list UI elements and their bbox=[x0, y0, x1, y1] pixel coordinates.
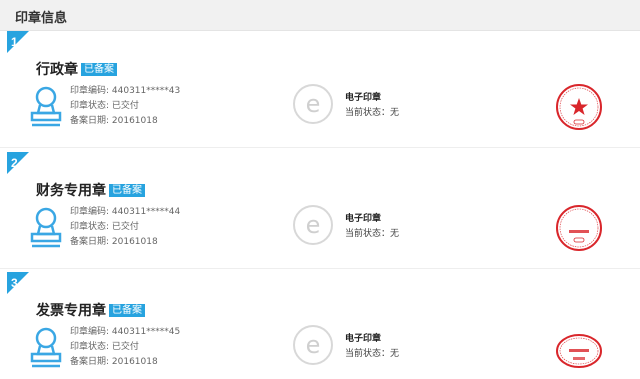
seal-name-text: 发票专用章 bbox=[36, 303, 106, 319]
svg-text:e: e bbox=[306, 90, 321, 118]
section-title: 印章信息 bbox=[15, 11, 68, 26]
e-seal-icon: e bbox=[293, 205, 333, 245]
seal-index: 2 bbox=[11, 156, 18, 170]
seal-info: 印章编码: 440311*****45 印章状态: 已交付 备案日期: 2016… bbox=[70, 325, 180, 370]
seal-card: 3 发票专用章 已备案 印章编码: 440311*****45 印章状态: 已交付… bbox=[0, 272, 640, 379]
seal-code: 印章编码: 440311*****45 bbox=[70, 327, 181, 337]
seal-card: 2 财务专用章 已备案 印章编码: 440311*****44 印章状态: 已交付… bbox=[0, 152, 640, 269]
e-seal-status: 当前状态：无 bbox=[345, 349, 400, 359]
svg-text:e: e bbox=[306, 331, 321, 359]
seal-index: 3 bbox=[11, 276, 18, 290]
seal-date: 备案日期: 20161018 bbox=[70, 357, 158, 367]
seal-name: 行政章 已备案 bbox=[36, 59, 117, 79]
e-seal-status: 当前状态：无 bbox=[345, 108, 400, 118]
e-seal-status: 当前状态：无 bbox=[345, 229, 400, 239]
finance-seal-image bbox=[556, 205, 602, 251]
filed-badge: 已备案 bbox=[109, 184, 145, 197]
e-seal-title: 电子印章 bbox=[345, 214, 382, 224]
e-seal-title: 电子印章 bbox=[345, 93, 382, 103]
e-seal-icon: e bbox=[293, 84, 333, 124]
seal-stamp-icon bbox=[30, 207, 62, 248]
seal-status: 印章状态: 已交付 bbox=[70, 222, 139, 232]
seal-info: 印章编码: 440311*****44 印章状态: 已交付 备案日期: 2016… bbox=[70, 205, 180, 250]
section-header: 印章信息 bbox=[0, 0, 640, 31]
red-star-seal-image bbox=[556, 84, 602, 130]
seal-status: 印章状态: 已交付 bbox=[70, 101, 139, 111]
e-seal-icon: e bbox=[293, 325, 333, 365]
seal-stamp-icon bbox=[30, 86, 62, 127]
e-seal-info: 电子印章 当前状态：无 bbox=[345, 212, 399, 242]
seal-date: 备案日期: 20161018 bbox=[70, 116, 158, 126]
e-seal-info: 电子印章 当前状态：无 bbox=[345, 332, 399, 362]
svg-text:e: e bbox=[306, 211, 321, 239]
seal-name: 发票专用章 已备案 bbox=[36, 300, 145, 320]
seal-status: 印章状态: 已交付 bbox=[70, 342, 139, 352]
seal-name-text: 财务专用章 bbox=[36, 183, 106, 199]
filed-badge: 已备案 bbox=[81, 63, 117, 76]
seal-name-text: 行政章 bbox=[36, 62, 78, 78]
seal-card: 1 行政章 已备案 印章编码: 440311*****43 印章状态: 已交付 备… bbox=[0, 31, 640, 148]
seal-code: 印章编码: 440311*****44 bbox=[70, 207, 181, 217]
seal-code: 印章编码: 440311*****43 bbox=[70, 86, 181, 96]
seal-info: 印章编码: 440311*****43 印章状态: 已交付 备案日期: 2016… bbox=[70, 84, 180, 129]
e-seal-info: 电子印章 当前状态：无 bbox=[345, 91, 399, 121]
e-seal-title: 电子印章 bbox=[345, 334, 382, 344]
filed-badge: 已备案 bbox=[109, 304, 145, 317]
seal-date: 备案日期: 20161018 bbox=[70, 237, 158, 247]
seal-stamp-icon bbox=[30, 327, 62, 368]
seal-name: 财务专用章 已备案 bbox=[36, 180, 145, 200]
seal-index: 1 bbox=[11, 35, 18, 49]
invoice-seal-image bbox=[556, 334, 602, 368]
